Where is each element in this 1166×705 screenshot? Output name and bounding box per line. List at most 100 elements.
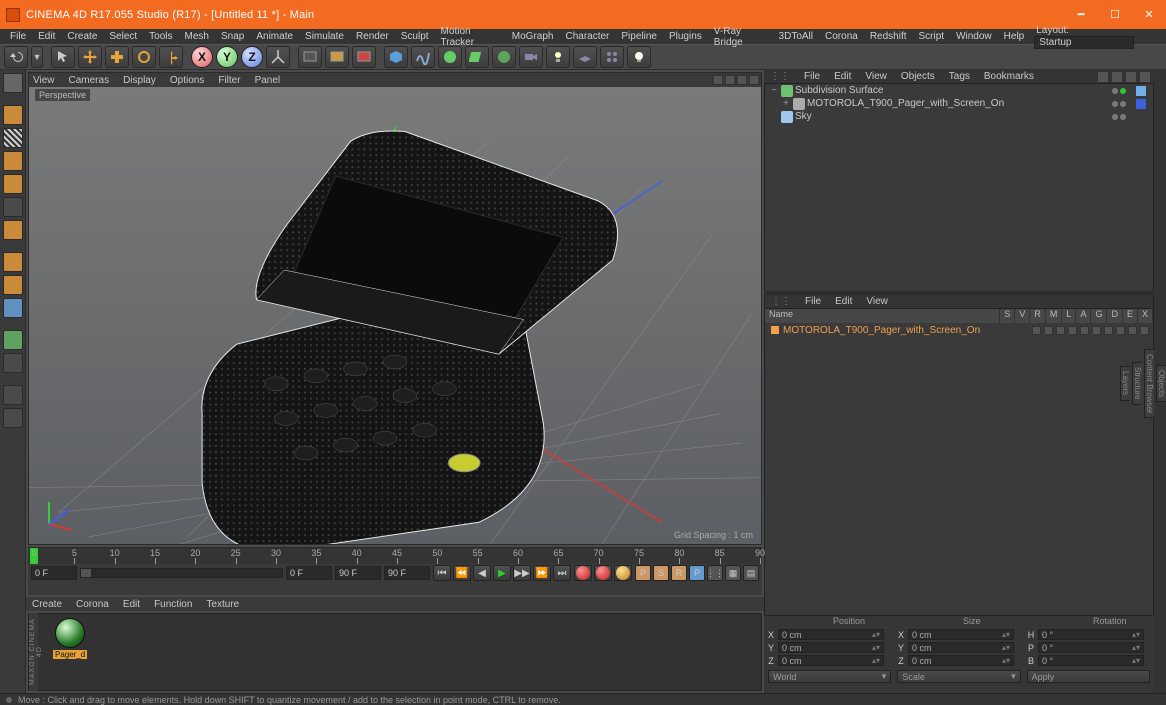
take-flag-icon[interactable]: [1056, 326, 1065, 335]
take-flag-icon[interactable]: [1032, 326, 1041, 335]
expand-toggle[interactable]: −: [769, 85, 779, 96]
vp-menu-filter[interactable]: Filter: [218, 75, 240, 86]
coord-pos-field[interactable]: 0 cm▴▾: [778, 642, 884, 653]
mograph-button[interactable]: [600, 46, 624, 68]
menu-create[interactable]: Create: [61, 31, 103, 42]
camera-button[interactable]: [519, 46, 543, 68]
vp-nav-orbit-icon[interactable]: [737, 75, 747, 85]
undo-history-dropdown[interactable]: ▾: [31, 46, 43, 68]
menu-3dtoall[interactable]: 3DToAll: [773, 31, 819, 42]
make-editable-button[interactable]: [3, 73, 23, 93]
om-menu-tags[interactable]: Tags: [949, 71, 970, 82]
texture-mode-button[interactable]: [3, 128, 23, 148]
axis-lock-y[interactable]: Y: [216, 46, 238, 68]
bulb-button[interactable]: [627, 46, 651, 68]
take-column[interactable]: R: [1030, 309, 1046, 323]
render-settings-button[interactable]: [352, 46, 376, 68]
coord-mode-dropdown[interactable]: Scale▾: [897, 670, 1020, 683]
object-tag-icon[interactable]: [1136, 86, 1146, 96]
menu-simulate[interactable]: Simulate: [299, 31, 350, 42]
generator-button[interactable]: [438, 46, 462, 68]
axis-lock-x[interactable]: X: [191, 46, 213, 68]
snap-button[interactable]: [3, 330, 23, 350]
take-flag-icon[interactable]: [1140, 326, 1149, 335]
coord-pos-field[interactable]: 0 cm▴▾: [778, 655, 884, 666]
render-dot[interactable]: [1120, 114, 1126, 120]
object-mode-button[interactable]: [3, 174, 23, 194]
mat-menu-edit[interactable]: Edit: [123, 599, 140, 610]
time-start-field[interactable]: [31, 566, 77, 580]
take-column[interactable]: V: [1015, 309, 1030, 323]
menu-file[interactable]: File: [4, 31, 32, 42]
key-pos-toggle[interactable]: P: [635, 565, 651, 581]
coord-rot-field[interactable]: 0 °▴▾: [1038, 655, 1144, 666]
spline-button[interactable]: [411, 46, 435, 68]
dock-tab-content[interactable]: Content Browser: [1144, 349, 1154, 419]
dock-tab-objects[interactable]: Objects: [1156, 365, 1166, 402]
scale-tool[interactable]: [105, 46, 129, 68]
time-ruler[interactable]: 051015202530354045505560657075808590: [28, 548, 762, 564]
move-tool[interactable]: [78, 46, 102, 68]
menu-animate[interactable]: Animate: [250, 31, 299, 42]
dock-tab-layers[interactable]: Layers: [1120, 366, 1130, 400]
om-menu-bookmarks[interactable]: Bookmarks: [984, 71, 1034, 82]
workplane-mode-button[interactable]: [3, 151, 23, 171]
dock-tab-structure[interactable]: Structure: [1132, 362, 1142, 404]
autokey-button[interactable]: [594, 565, 612, 581]
keyframe-sel-button[interactable]: [614, 565, 632, 581]
undo-button[interactable]: [4, 46, 28, 68]
menu-pipeline[interactable]: Pipeline: [615, 31, 663, 42]
menu-plugins[interactable]: Plugins: [663, 31, 708, 42]
om-menu-edit[interactable]: Edit: [834, 71, 851, 82]
key-opts-button[interactable]: ▦: [725, 565, 741, 581]
tree-row[interactable]: − Subdivision Surface: [765, 84, 1153, 97]
quantize-button[interactable]: [3, 353, 23, 373]
mat-menu-function[interactable]: Function: [154, 599, 192, 610]
take-column[interactable]: S: [1000, 309, 1015, 323]
take-flag-icon[interactable]: [1128, 326, 1137, 335]
layout-dropdown[interactable]: [1034, 36, 1134, 49]
om-menu-view[interactable]: View: [865, 71, 887, 82]
key-pla-toggle[interactable]: ⋮⋮: [707, 565, 723, 581]
om-filter-icon[interactable]: [1112, 72, 1122, 82]
vp-nav-pan-icon[interactable]: [713, 75, 723, 85]
menu-select[interactable]: Select: [103, 31, 143, 42]
goto-start-button[interactable]: ⏮: [433, 565, 451, 581]
expand-toggle[interactable]: +: [781, 98, 791, 109]
om-search-icon[interactable]: [1098, 72, 1108, 82]
om-eye-icon[interactable]: [1126, 72, 1136, 82]
tk-menu-edit[interactable]: Edit: [835, 296, 852, 307]
render-dot[interactable]: [1120, 88, 1126, 94]
key-rot-toggle[interactable]: R: [671, 565, 687, 581]
vp-nav-layout-icon[interactable]: [749, 75, 759, 85]
mat-menu-texture[interactable]: Texture: [206, 599, 239, 610]
goto-end-button[interactable]: ⏭: [553, 565, 571, 581]
om-menu-file[interactable]: File: [804, 71, 820, 82]
take-column[interactable]: A: [1076, 309, 1091, 323]
take-flag-icon[interactable]: [1068, 326, 1077, 335]
render-dot[interactable]: [1120, 101, 1126, 107]
take-column[interactable]: X: [1138, 309, 1153, 323]
take-row[interactable]: MOTOROLA_T900_Pager_with_Screen_On: [765, 323, 1153, 337]
component-mode-button[interactable]: [3, 220, 23, 240]
om-layout-icon[interactable]: [1140, 72, 1150, 82]
play-button[interactable]: ▶: [493, 565, 511, 581]
take-column[interactable]: Name: [765, 309, 1000, 323]
tk-menu-view[interactable]: View: [866, 296, 888, 307]
menu-redshift[interactable]: Redshift: [864, 31, 913, 42]
polygon-mode-button[interactable]: [3, 298, 23, 318]
deformer-button[interactable]: [465, 46, 489, 68]
menu-tools[interactable]: Tools: [143, 31, 178, 42]
take-column[interactable]: D: [1107, 309, 1123, 323]
render-view-button[interactable]: [298, 46, 322, 68]
time-end-field[interactable]: [335, 566, 381, 580]
vp-menu-display[interactable]: Display: [123, 75, 156, 86]
take-flag-icon[interactable]: [1104, 326, 1113, 335]
key-more-button[interactable]: ▤: [743, 565, 759, 581]
tree-row[interactable]: + MOTOROLA_T900_Pager_with_Screen_On: [765, 97, 1153, 110]
vp-menu-options[interactable]: Options: [170, 75, 204, 86]
coord-apply-button[interactable]: Apply: [1027, 670, 1150, 683]
time-range-slider[interactable]: [80, 568, 283, 578]
next-frame-button[interactable]: ▶▶: [513, 565, 531, 581]
menu-script[interactable]: Script: [913, 31, 951, 42]
